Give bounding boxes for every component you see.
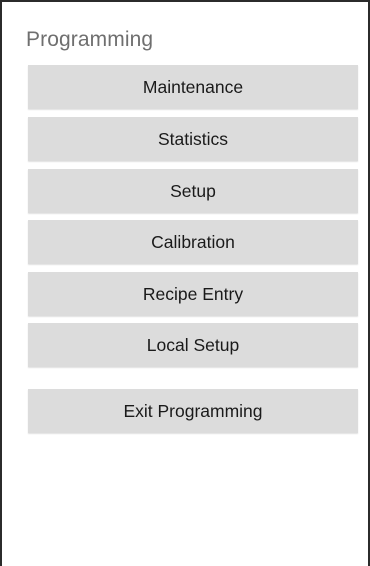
calibration-button[interactable]: Calibration [28,220,358,264]
programming-panel: Programming Maintenance Statistics Setup… [0,0,370,566]
page-title: Programming [26,28,154,51]
exit-programming-button[interactable]: Exit Programming [28,389,358,433]
local-setup-button[interactable]: Local Setup [28,323,358,367]
recipe-entry-button[interactable]: Recipe Entry [28,272,358,316]
maintenance-button[interactable]: Maintenance [28,65,358,109]
statistics-button[interactable]: Statistics [28,117,358,161]
setup-button[interactable]: Setup [28,169,358,213]
